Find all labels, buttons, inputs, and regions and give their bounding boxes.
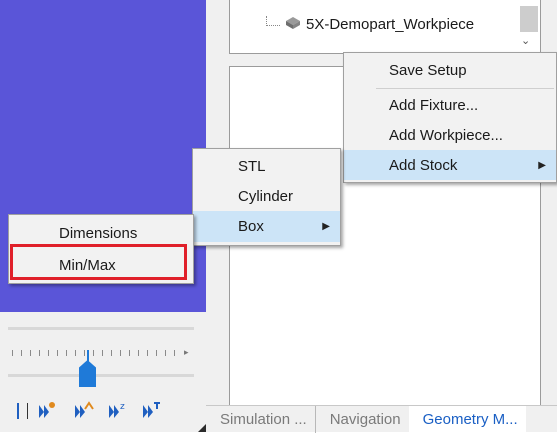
step-point-icon[interactable]: [36, 400, 58, 422]
svg-text:z: z: [120, 402, 125, 412]
menu-item-label: Box: [238, 218, 264, 235]
menu-item-save-setup[interactable]: Save Setup: [344, 55, 556, 86]
menu-item-label: Add Workpiece...: [389, 126, 503, 144]
scroll-down-chevron-icon[interactable]: ⌄: [521, 34, 530, 47]
timeline-end-arrow-icon: ▸: [184, 347, 189, 357]
tab-geometry[interactable]: Geometry M...: [408, 405, 526, 433]
workpiece-icon: [284, 14, 302, 34]
menu-item-label: Save Setup: [389, 62, 467, 79]
tab-navigation[interactable]: Navigation: [316, 406, 409, 433]
progress-track-top: [8, 327, 194, 330]
tree-scrollbar-thumb[interactable]: [520, 6, 538, 32]
setup-context-menu: Save Setup Add Fixture... Add Workpiece.…: [343, 52, 557, 183]
playback-toolbar: z: [14, 400, 162, 422]
step-z-icon[interactable]: z: [106, 400, 128, 422]
tree-connector: [266, 16, 280, 26]
menu-item-stl[interactable]: STL: [193, 151, 340, 181]
step-axis-icon[interactable]: [72, 400, 94, 422]
timeline-ticks: [12, 350, 182, 356]
resize-grip-icon[interactable]: [198, 424, 206, 432]
submenu-arrow-icon: ▶: [538, 159, 546, 171]
step-tool-icon[interactable]: [140, 400, 162, 422]
menu-item-label: Cylinder: [238, 187, 294, 205]
panel-tabs: Simulation ... Navigation Geometry M...: [206, 405, 557, 433]
submenu-arrow-icon: ▶: [322, 221, 330, 232]
menu-separator: [376, 88, 554, 89]
menu-item-add-fixture[interactable]: Add Fixture...: [344, 90, 556, 120]
menu-item-label: Add Fixture...: [389, 96, 479, 114]
menu-item-cylinder[interactable]: Cylinder: [193, 181, 340, 211]
tree-item-workpiece[interactable]: 5X-Demopart_Workpiece: [266, 14, 474, 34]
menu-item-box[interactable]: Box ▶: [193, 211, 340, 242]
annotation-highlight-box: [10, 244, 187, 280]
menu-item-label: STL: [238, 157, 266, 175]
tree-item-label: 5X-Demopart_Workpiece: [306, 15, 475, 33]
menu-item-label: Dimensions: [59, 224, 138, 242]
menu-item-add-workpiece[interactable]: Add Workpiece...: [344, 120, 556, 150]
slider-track: [8, 374, 194, 377]
menu-item-label: Add Stock: [389, 156, 458, 174]
menu-item-add-stock[interactable]: Add Stock ▶: [344, 150, 556, 180]
tab-simulation[interactable]: Simulation ...: [206, 405, 316, 433]
stock-submenu: STL Cylinder Box ▶: [192, 148, 341, 246]
pause-icon[interactable]: [14, 400, 30, 422]
